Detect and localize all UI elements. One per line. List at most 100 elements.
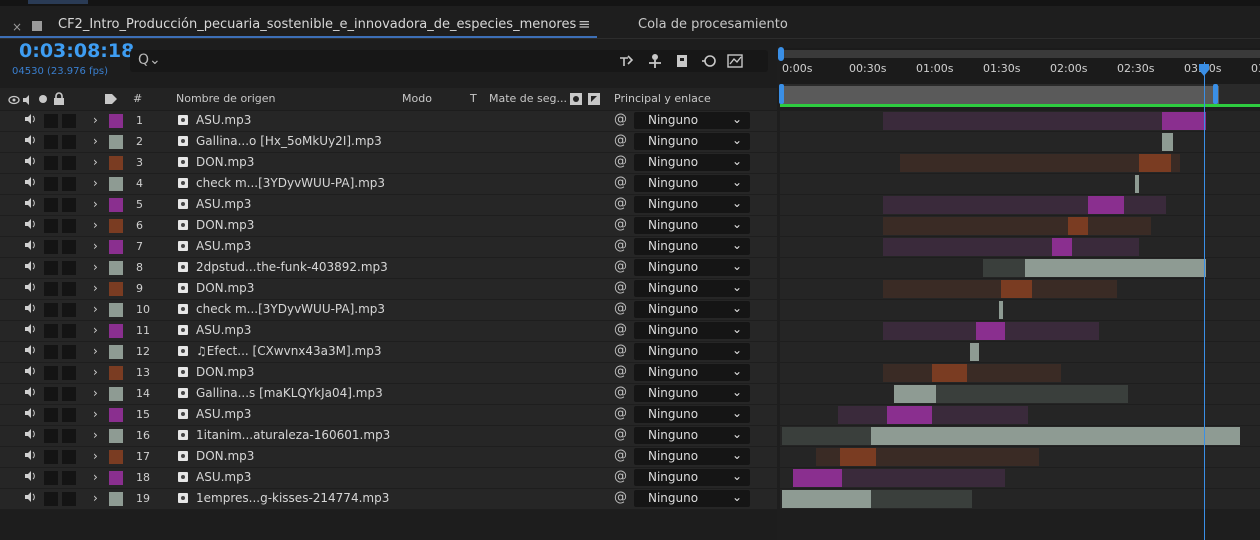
layer-name[interactable]: ASU.mp3 <box>196 239 251 253</box>
shy-layers-icon[interactable] <box>646 52 664 70</box>
expand-chevron-icon[interactable]: › <box>93 491 98 505</box>
expand-chevron-icon[interactable]: › <box>93 134 98 148</box>
parent-dropdown[interactable]: Ninguno ⌄ <box>634 133 750 150</box>
expand-chevron-icon[interactable]: › <box>93 176 98 190</box>
label-color-swatch[interactable] <box>109 156 123 170</box>
parent-dropdown[interactable]: Ninguno ⌄ <box>634 196 750 213</box>
layer-row[interactable]: › 14 Gallina...s [maKLQYkJa04].mp3 @ Nin… <box>0 384 777 405</box>
layer-clip-bar[interactable] <box>871 427 1240 445</box>
expand-chevron-icon[interactable]: › <box>93 365 98 379</box>
graph-editor-icon[interactable] <box>726 52 744 70</box>
label-tag-icon[interactable] <box>104 93 118 105</box>
parent-dropdown[interactable]: Ninguno ⌄ <box>634 490 750 507</box>
solo-toggle[interactable] <box>44 324 58 338</box>
tab-menu-icon[interactable]: ≡ <box>578 15 591 33</box>
layer-name[interactable]: ASU.mp3 <box>196 470 251 484</box>
expand-chevron-icon[interactable]: › <box>93 428 98 442</box>
audio-speaker-icon[interactable] <box>22 94 34 106</box>
audio-speaker-icon[interactable] <box>24 323 36 335</box>
layer-row[interactable]: › 10 check m...[3YDyvWUU-PA].mp3 @ Ningu… <box>0 300 777 321</box>
audio-speaker-icon[interactable] <box>24 470 36 482</box>
parent-dropdown[interactable]: Ninguno ⌄ <box>634 364 750 381</box>
layer-name[interactable]: DON.mp3 <box>196 365 254 379</box>
layer-name[interactable]: DON.mp3 <box>196 218 254 232</box>
parent-dropdown[interactable]: Ninguno ⌄ <box>634 427 750 444</box>
timeline-track[interactable] <box>780 258 1260 279</box>
timeline-track[interactable] <box>780 237 1260 258</box>
frame-blending-icon[interactable] <box>674 52 692 70</box>
lock-toggle[interactable] <box>62 366 76 380</box>
audio-speaker-icon[interactable] <box>24 113 36 125</box>
timeline-track[interactable] <box>780 468 1260 489</box>
audio-speaker-icon[interactable] <box>24 386 36 398</box>
pickwhip-icon[interactable]: @ <box>614 238 627 253</box>
parent-dropdown[interactable]: Ninguno ⌄ <box>634 301 750 318</box>
timeline-track[interactable] <box>780 216 1260 237</box>
work-area-end-handle[interactable] <box>1213 84 1218 104</box>
label-color-swatch[interactable] <box>109 324 123 338</box>
lock-toggle[interactable] <box>62 387 76 401</box>
playhead-handle-icon[interactable] <box>1198 64 1210 76</box>
audio-speaker-icon[interactable] <box>24 155 36 167</box>
lock-toggle[interactable] <box>62 282 76 296</box>
video-eye-icon[interactable] <box>8 94 20 106</box>
solo-toggle[interactable] <box>44 261 58 275</box>
lock-toggle[interactable] <box>62 408 76 422</box>
audio-speaker-icon[interactable] <box>24 449 36 461</box>
layer-name[interactable]: 1itanim...aturaleza-160601.mp3 <box>196 428 390 442</box>
timeline-track[interactable] <box>780 426 1260 447</box>
timeline-track[interactable] <box>780 195 1260 216</box>
column-mode[interactable]: Modo <box>402 92 432 105</box>
expand-chevron-icon[interactable]: › <box>93 386 98 400</box>
timeline-track[interactable] <box>780 447 1260 468</box>
audio-speaker-icon[interactable] <box>24 491 36 503</box>
solo-dot-icon[interactable] <box>38 94 48 104</box>
layer-name[interactable]: 2dpstud...the-funk-403892.mp3 <box>196 260 388 274</box>
audio-speaker-icon[interactable] <box>24 281 36 293</box>
composition-tab[interactable]: CF2_Intro_Producción_pecuaria_sostenible… <box>58 17 576 32</box>
layer-row[interactable]: › 11 ASU.mp3 @ Ninguno ⌄ <box>0 321 777 342</box>
lock-toggle[interactable] <box>62 324 76 338</box>
parent-dropdown[interactable]: Ninguno ⌄ <box>634 385 750 402</box>
layer-name[interactable]: Gallina...o [Hx_5oMkUy2I].mp3 <box>196 134 382 148</box>
layer-name[interactable]: ASU.mp3 <box>196 407 251 421</box>
lock-toggle[interactable] <box>62 492 76 506</box>
expand-chevron-icon[interactable]: › <box>93 281 98 295</box>
layer-row[interactable]: › 2 Gallina...o [Hx_5oMkUy2I].mp3 @ Ning… <box>0 132 777 153</box>
pickwhip-icon[interactable]: @ <box>614 259 627 274</box>
layer-row[interactable]: › 7 ASU.mp3 @ Ninguno ⌄ <box>0 237 777 258</box>
layer-row[interactable]: › 3 DON.mp3 @ Ninguno ⌄ <box>0 153 777 174</box>
layer-row[interactable]: › 9 DON.mp3 @ Ninguno ⌄ <box>0 279 777 300</box>
timeline-track[interactable] <box>780 153 1260 174</box>
matte-invert-icon[interactable] <box>587 92 601 106</box>
parent-dropdown[interactable]: Ninguno ⌄ <box>634 217 750 234</box>
layer-name[interactable]: ASU.mp3 <box>196 323 251 337</box>
layer-name[interactable]: DON.mp3 <box>196 155 254 169</box>
column-track-matte[interactable]: Mate de seg... <box>489 92 567 105</box>
expand-chevron-icon[interactable]: › <box>93 260 98 274</box>
audio-speaker-icon[interactable] <box>24 344 36 356</box>
layer-row[interactable]: › 4 check m...[3YDyvWUU-PA].mp3 @ Ningun… <box>0 174 777 195</box>
layer-row[interactable]: › 5 ASU.mp3 @ Ninguno ⌄ <box>0 195 777 216</box>
layer-name[interactable]: ASU.mp3 <box>196 113 251 127</box>
parent-dropdown[interactable]: Ninguno ⌄ <box>634 259 750 276</box>
label-color-swatch[interactable] <box>109 219 123 233</box>
pickwhip-icon[interactable]: @ <box>614 217 627 232</box>
layer-clip-bar[interactable] <box>840 448 876 466</box>
audio-speaker-icon[interactable] <box>24 428 36 440</box>
lock-icon[interactable] <box>53 92 65 106</box>
layer-clip-bar[interactable] <box>1134 175 1140 193</box>
layer-clip-bar[interactable] <box>1161 112 1207 130</box>
layer-clip-bar[interactable] <box>1052 238 1073 256</box>
expand-chevron-icon[interactable]: › <box>93 470 98 484</box>
expand-chevron-icon[interactable]: › <box>93 218 98 232</box>
layer-name[interactable]: ASU.mp3 <box>196 197 251 211</box>
timeline-track[interactable] <box>780 384 1260 405</box>
pickwhip-icon[interactable]: @ <box>614 490 627 505</box>
audio-speaker-icon[interactable] <box>24 239 36 251</box>
solo-toggle[interactable] <box>44 471 58 485</box>
expand-chevron-icon[interactable]: › <box>93 113 98 127</box>
layer-row[interactable]: › 8 2dpstud...the-funk-403892.mp3 @ Ning… <box>0 258 777 279</box>
layer-clip-bar[interactable] <box>782 490 872 508</box>
pickwhip-icon[interactable]: @ <box>614 469 627 484</box>
